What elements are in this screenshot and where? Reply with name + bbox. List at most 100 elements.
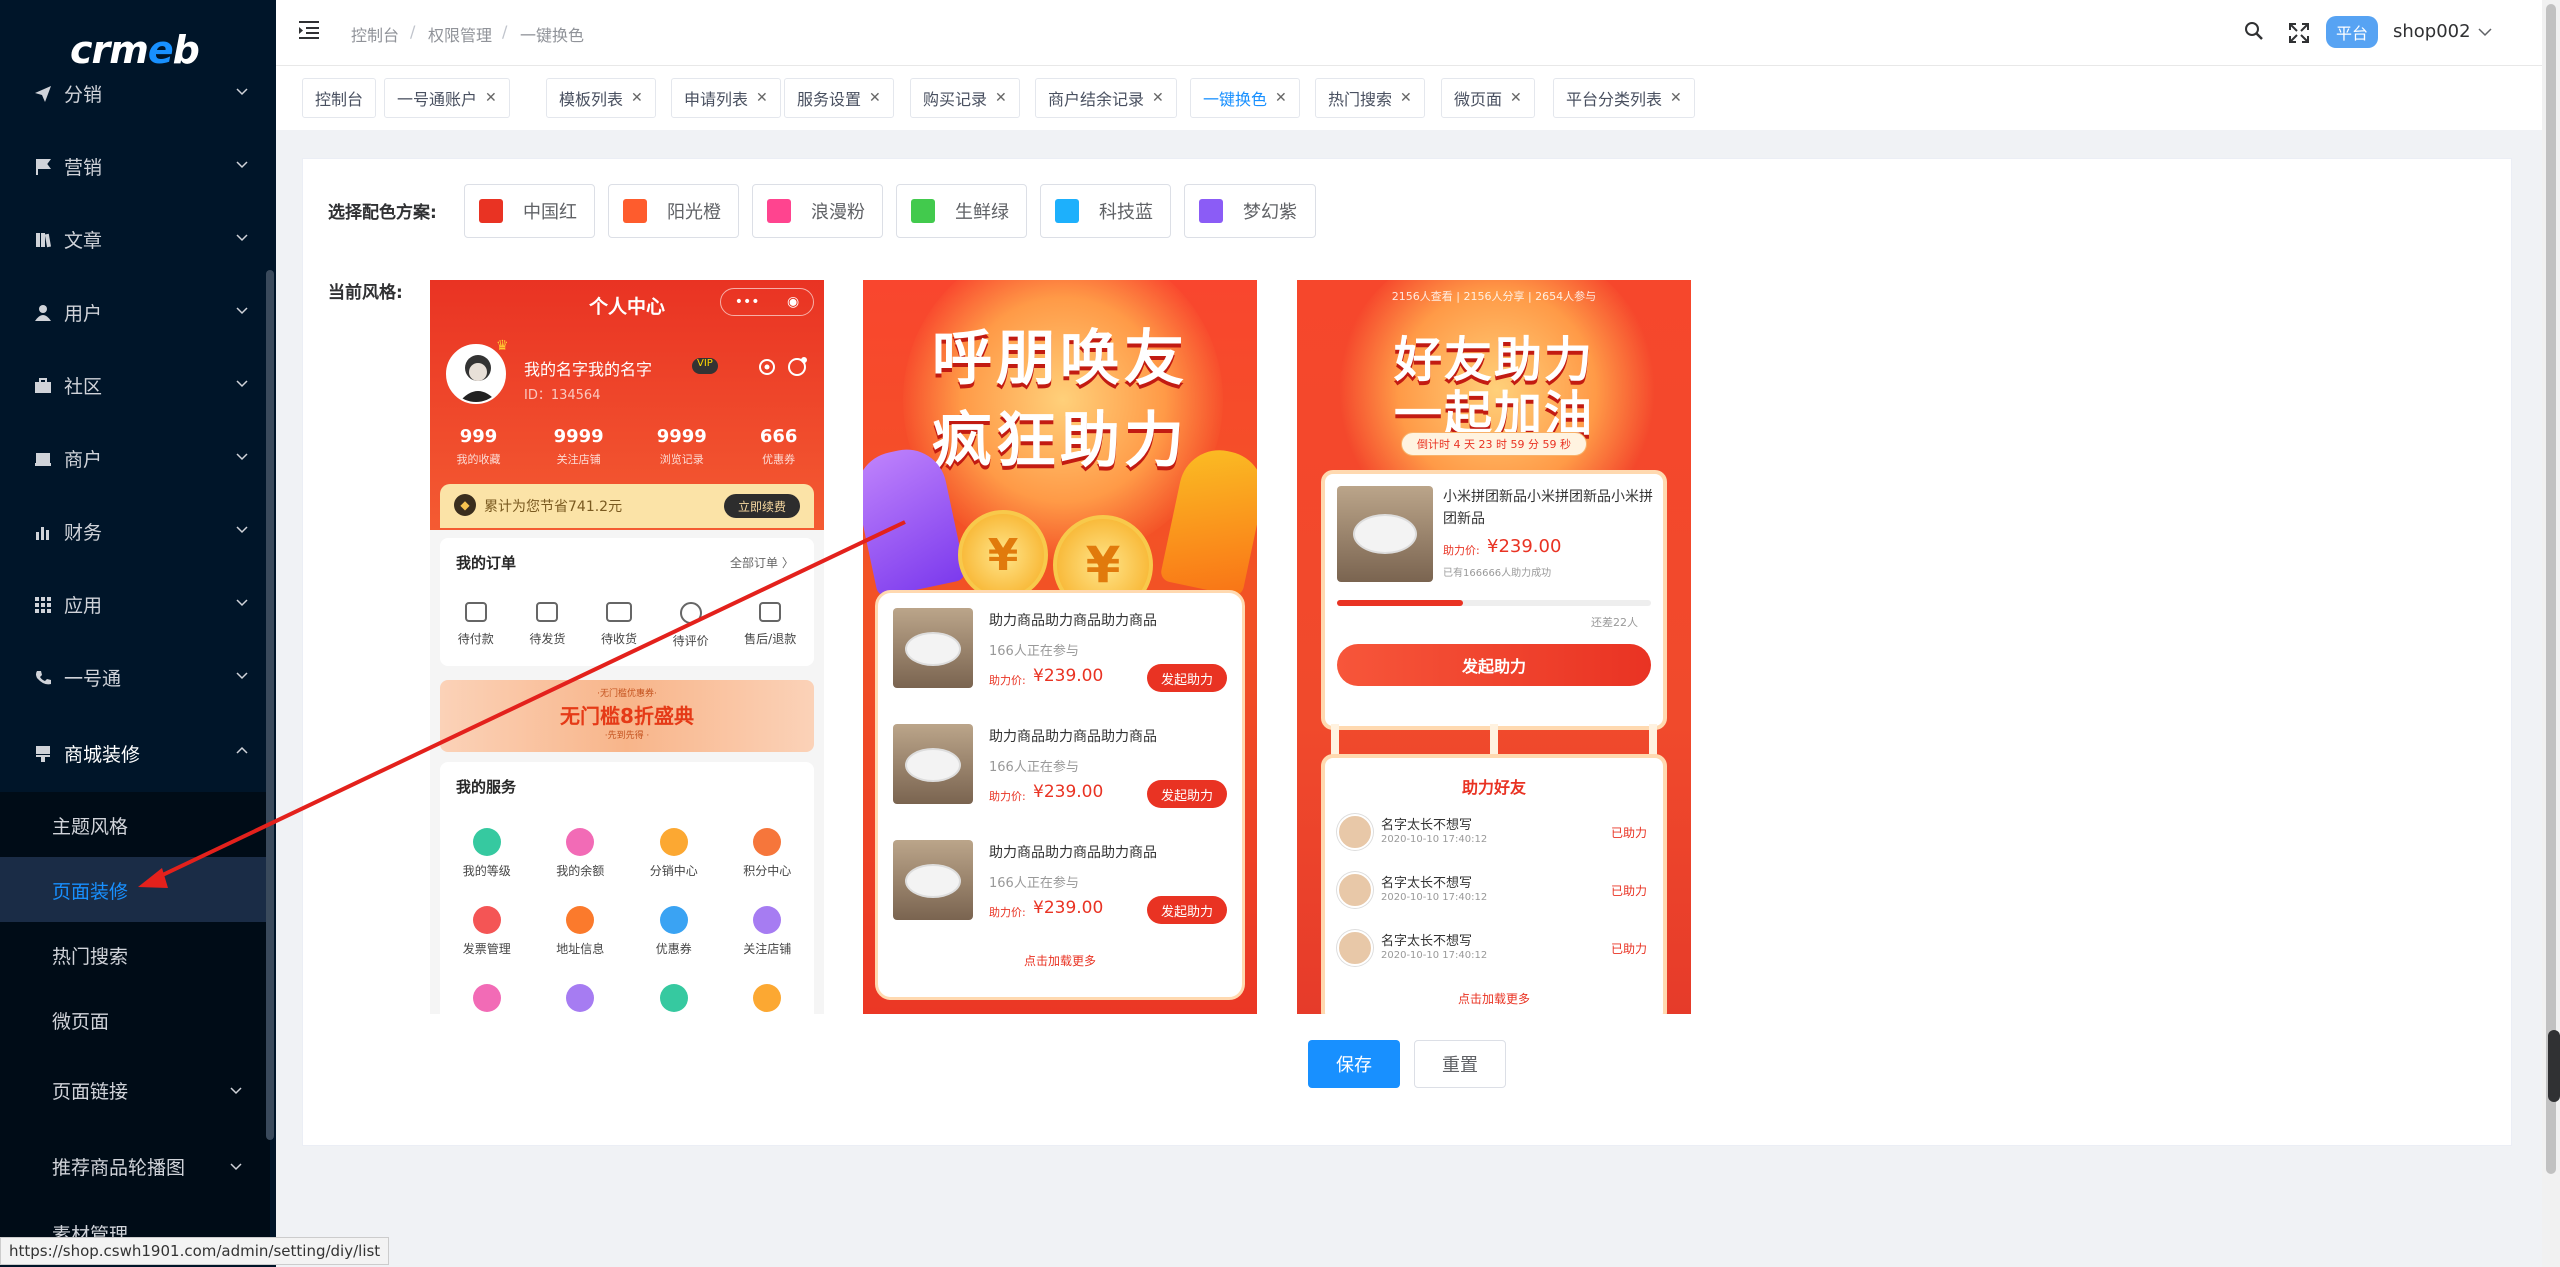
close-icon[interactable]: ✕ xyxy=(995,90,1007,106)
tab-micro-page[interactable]: 微页面 ✕ xyxy=(1441,78,1535,118)
sidebar-item-apps[interactable]: 应用 xyxy=(0,568,276,641)
chevron-down-icon xyxy=(236,672,248,680)
sidebar-sub-theme[interactable]: 主题风格 xyxy=(0,792,270,858)
save-button[interactable]: 保存 xyxy=(1308,1040,1400,1088)
target-icon: ◉ xyxy=(787,294,800,310)
menu-fold-icon[interactable] xyxy=(298,20,320,40)
sidebar-item-finance[interactable]: 财务 xyxy=(0,495,276,568)
tab-merchant-balance[interactable]: 商户结余记录 ✕ xyxy=(1035,78,1177,118)
color-option-green[interactable]: 生鲜绿 xyxy=(896,184,1027,238)
sidebar-sub-hot-search[interactable]: 热门搜索 xyxy=(0,922,270,988)
color-option-purple[interactable]: 梦幻紫 xyxy=(1184,184,1316,238)
stat-item: 666 优惠券 xyxy=(760,426,798,467)
sidebar: crmeb 分销 营销 文章 用户 社区 商户 财务 应用 一号通 商城装修 主… xyxy=(0,0,276,1267)
grid-icon xyxy=(32,594,54,616)
sidebar-item-community[interactable]: 社区 xyxy=(0,349,276,422)
tab-label: 控制台 xyxy=(315,90,364,109)
tab-label: 平台分类列表 xyxy=(1566,90,1663,109)
sidebar-item-marketing[interactable]: 营销 xyxy=(0,130,276,203)
sidebar-item-article[interactable]: 文章 xyxy=(0,203,276,276)
balance-icon xyxy=(566,828,595,856)
renew-button: 立即续费 xyxy=(724,494,800,518)
price-label: 助力价: xyxy=(989,674,1026,687)
progress-fill xyxy=(1337,600,1463,606)
star-icon xyxy=(472,984,501,1012)
sidebar-sub-page-decoration[interactable]: 页面装修 xyxy=(0,857,270,923)
stat-item: 9999 关注店铺 xyxy=(554,426,604,467)
product-image xyxy=(893,608,973,688)
sidebar-scrollbar[interactable] xyxy=(266,270,274,1140)
service-label: 关注店铺 xyxy=(743,942,792,956)
close-icon[interactable]: ✕ xyxy=(1152,90,1164,106)
close-icon[interactable]: ✕ xyxy=(1400,90,1412,106)
search-icon[interactable] xyxy=(2244,21,2264,41)
friend-time: 2020-10-10 17:40:12 xyxy=(1381,834,1488,845)
orders-row: 待付款 待发货 待收货 待评价 售后/退款 xyxy=(440,602,814,649)
tab-hot-search[interactable]: 热门搜索 ✕ xyxy=(1315,78,1425,118)
sidebar-item-merchant[interactable]: 商户 xyxy=(0,422,276,495)
chevron-down-icon xyxy=(230,1163,242,1171)
tab-template-list[interactable]: 模板列表 ✕ xyxy=(546,78,656,118)
product-price: ¥239.00 xyxy=(1033,782,1104,802)
color-option-pink[interactable]: 浪漫粉 xyxy=(752,184,883,238)
invoice-icon xyxy=(472,906,501,934)
product-price: ¥239.00 xyxy=(1487,536,1562,557)
countdown-timer: 倒计时 4 天 23 时 59 分 59 秒 xyxy=(1401,432,1587,456)
refund-icon xyxy=(759,602,782,622)
sidebar-sub-micro-page[interactable]: 微页面 xyxy=(0,987,270,1053)
close-icon[interactable]: ✕ xyxy=(485,90,497,106)
order-item: 待收货 xyxy=(601,602,637,649)
tab-one-click-color[interactable]: 一键换色 ✕ xyxy=(1190,78,1300,118)
sidebar-item-decoration[interactable]: 商城装修 xyxy=(0,717,276,790)
status-bar-url: https://shop.cswh1901.com/admin/setting/… xyxy=(0,1237,390,1265)
close-icon[interactable]: ✕ xyxy=(869,90,881,106)
close-icon[interactable]: ✕ xyxy=(1275,90,1287,106)
color-option-blue[interactable]: 科技蓝 xyxy=(1040,184,1171,238)
breadcrumb-item[interactable]: 权限管理 xyxy=(428,22,492,46)
tab-service-settings[interactable]: 服务设置 ✕ xyxy=(784,78,894,118)
profile-id: ID：134564 xyxy=(524,388,601,403)
participant-count: 166人正在参与 xyxy=(989,760,1079,775)
chevron-down-icon[interactable] xyxy=(2478,26,2492,38)
friend-name: 名字太长不想写 xyxy=(1381,876,1473,891)
color-option-label: 中国红 xyxy=(523,202,577,223)
side-widget[interactable] xyxy=(2548,1030,2560,1102)
profile-username: 我的名字我的名字 xyxy=(524,360,653,379)
remaining-count: 还差22人 xyxy=(1591,616,1638,629)
sidebar-item-user[interactable]: 用户 xyxy=(0,276,276,349)
close-icon[interactable]: ✕ xyxy=(1670,90,1682,106)
orders-title: 我的订单 xyxy=(456,554,517,572)
friend-time: 2020-10-10 17:40:12 xyxy=(1381,950,1488,961)
color-swatch xyxy=(479,199,503,223)
friend-status: 已助力 xyxy=(1611,826,1648,840)
location-icon xyxy=(566,906,595,934)
breadcrumb-item[interactable]: 控制台 xyxy=(351,22,399,46)
tab-platform-category[interactable]: 平台分类列表 ✕ xyxy=(1553,78,1695,118)
tab-label: 一键换色 xyxy=(1203,90,1268,109)
sidebar-sub-carousel[interactable]: 推荐商品轮播图 xyxy=(0,1128,270,1204)
close-icon[interactable]: ✕ xyxy=(756,90,768,106)
fullscreen-icon[interactable] xyxy=(2289,23,2309,43)
username[interactable]: shop002 xyxy=(2393,21,2471,42)
color-option-red[interactable]: 中国红 xyxy=(464,184,595,238)
sidebar-item-yihaotong[interactable]: 一号通 xyxy=(0,641,276,714)
stat-label: 优惠券 xyxy=(762,453,796,466)
friend-name: 名字太长不想写 xyxy=(1381,818,1473,833)
tab-purchase-records[interactable]: 购买记录 ✕ xyxy=(910,78,1020,118)
color-option-orange[interactable]: 阳光橙 xyxy=(608,184,739,238)
promo-banner: ·无门槛优惠券· 无门槛8折盛典 ·先到先得 · xyxy=(440,680,814,752)
color-swatch xyxy=(767,199,791,223)
tab-dashboard[interactable]: 控制台 xyxy=(302,78,377,118)
product-name: 小米拼团新品小米拼团新品小米拼团新品 xyxy=(1443,489,1653,527)
sidebar-sub-page-link[interactable]: 页面链接 xyxy=(0,1052,270,1128)
reset-button[interactable]: 重置 xyxy=(1414,1040,1506,1088)
service-label: 我的等级 xyxy=(462,864,511,878)
bar-chart-icon xyxy=(32,521,54,543)
tab-apply-list[interactable]: 申请列表 ✕ xyxy=(671,78,781,118)
sidebar-item-distribution[interactable]: 分销 xyxy=(0,57,276,130)
scrollbar-thumb[interactable] xyxy=(2546,4,2556,1174)
close-icon[interactable]: ✕ xyxy=(631,90,643,106)
color-option-label: 阳光橙 xyxy=(667,202,721,223)
tab-yihaotong-account[interactable]: 一号通账户 ✕ xyxy=(384,78,510,118)
close-icon[interactable]: ✕ xyxy=(1510,90,1522,106)
